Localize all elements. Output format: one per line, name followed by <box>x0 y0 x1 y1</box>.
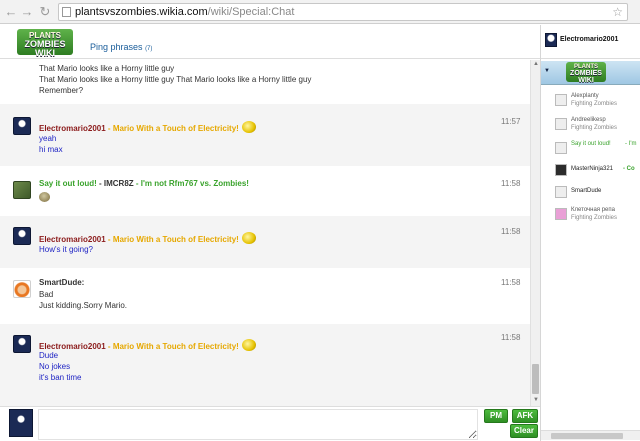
zombie-emoticon-icon <box>39 192 50 202</box>
pm-button[interactable]: PM <box>484 409 508 423</box>
message-time: 11:58 <box>501 227 521 236</box>
avatar <box>555 208 567 220</box>
message-item: Electromario2001 - Mario With a Touch of… <box>0 216 530 268</box>
avatar[interactable] <box>13 227 31 245</box>
ping-phrases-link[interactable]: Ping phrases (7) <box>90 42 152 52</box>
forward-arrow-icon[interactable]: → <box>20 4 34 20</box>
reload-icon[interactable]: ↻ <box>38 4 52 20</box>
avatar[interactable] <box>13 181 31 199</box>
message-username[interactable]: Say it out loud! <box>39 179 97 188</box>
avatar <box>555 164 567 176</box>
user-list-scrollbar[interactable] <box>541 430 640 440</box>
room-header[interactable]: ▼ PLANTS ZOMBIES WIKI <box>541 61 640 85</box>
back-arrow-icon[interactable]: ← <box>4 4 18 20</box>
user-list-item[interactable]: Клеточная репа Fighting Zombies <box>553 205 639 227</box>
message-username[interactable]: SmartDude: <box>39 278 84 287</box>
avatar <box>555 94 567 106</box>
message-item: Electromario2001 - Mario With a Touch of… <box>0 104 530 166</box>
avatar <box>545 33 557 47</box>
user-list-item[interactable]: Say it out loud! - I'm <box>553 139 639 161</box>
message-item: Say it out loud! - IMCR8Z - I'm not Rfm7… <box>0 166 530 216</box>
message-time: 11:57 <box>501 117 521 126</box>
lightning-badge-icon <box>241 232 256 244</box>
message-time: 11:58 <box>501 333 521 342</box>
avatar[interactable] <box>13 280 31 298</box>
scroll-up-icon[interactable]: ▲ <box>532 61 540 67</box>
message-text: Bad Just kidding.Sorry Mario. <box>39 290 128 310</box>
collapse-arrow-icon[interactable]: ▼ <box>544 68 550 74</box>
lightning-badge-icon <box>241 121 256 133</box>
message-list: That Mario looks like a Horny little guy… <box>0 60 540 406</box>
ping-phrases-count: (7) <box>145 46 153 52</box>
message-item: Electromario2001 - Mario With a Touch of… <box>0 324 530 406</box>
message-user-status: - I'm not Rfm767 vs. Zombies! <box>133 179 249 188</box>
scroll-thumb[interactable] <box>532 364 539 394</box>
message-text: yeah hi max <box>39 134 63 154</box>
message-user-tag: - IMCR8Z <box>96 179 134 188</box>
chat-header: PLANTS ZOMBIES WIKI Ping phrases (7) <box>0 25 540 59</box>
afk-button[interactable]: AFK <box>512 409 538 423</box>
message-user-status: - Mario With a Touch of Electricity! <box>105 235 239 244</box>
room-logo: PLANTS ZOMBIES WIKI <box>566 62 606 84</box>
bookmark-star-icon[interactable]: ☆ <box>612 4 623 20</box>
avatar[interactable] <box>13 335 31 353</box>
message-time: 11:58 <box>501 179 521 188</box>
user-list-item[interactable]: Alexplanty Fighting Zombies <box>553 91 639 113</box>
current-user-name: Electromario2001 <box>560 36 619 43</box>
url-domain: plantsvszombies.wikia.com <box>75 6 208 18</box>
wiki-logo[interactable]: PLANTS ZOMBIES WIKI <box>17 29 73 58</box>
avatar <box>555 186 567 198</box>
avatar <box>555 142 567 154</box>
message-input[interactable] <box>38 409 478 440</box>
avatar <box>555 118 567 130</box>
url-path: /wiki/Special:Chat <box>207 6 295 18</box>
browser-toolbar: ← → ↻ plantsvszombies.wikia.com/wiki/Spe… <box>0 0 640 24</box>
message-user-status: - Mario With a Touch of Electricity! <box>105 124 239 133</box>
user-list-panel: Electromario2001 ▼ PLANTS ZOMBIES WIKI A… <box>540 25 640 441</box>
my-avatar <box>9 409 33 437</box>
scroll-thumb[interactable] <box>551 433 623 439</box>
message-username[interactable]: Electromario2001 <box>39 124 106 133</box>
page-icon <box>62 7 71 17</box>
message-text: That Mario looks like a Horny little guy… <box>39 64 312 95</box>
message-username[interactable]: Electromario2001 <box>39 235 106 244</box>
current-user[interactable]: Electromario2001 <box>541 25 640 59</box>
message-user-status: - Mario With a Touch of Electricity! <box>105 342 239 351</box>
message-text: How's it going? <box>39 245 93 254</box>
clear-button[interactable]: Clear <box>510 424 538 438</box>
avatar[interactable] <box>13 117 31 135</box>
message-item: SmartDude: 11:58 Bad Just kidding.Sorry … <box>0 268 530 324</box>
lightning-badge-icon <box>241 339 256 351</box>
message-scrollbar[interactable]: ▲ ▼ <box>530 60 540 406</box>
message-text: Dude No jokes it's ban time <box>39 351 82 382</box>
message-continuation: That Mario looks like a Horny little guy… <box>0 60 530 104</box>
message-time: 11:58 <box>501 278 521 287</box>
address-bar[interactable]: plantsvszombies.wikia.com/wiki/Special:C… <box>58 3 628 21</box>
scroll-down-icon[interactable]: ▼ <box>532 397 540 403</box>
user-list-item[interactable]: MasterNinja321 - Co <box>553 161 639 183</box>
user-list-item[interactable]: Andreelikesp Fighting Zombies <box>553 115 639 137</box>
user-list-item[interactable]: SmartDude <box>553 183 639 205</box>
composer: PM AFK Clear <box>0 406 540 441</box>
